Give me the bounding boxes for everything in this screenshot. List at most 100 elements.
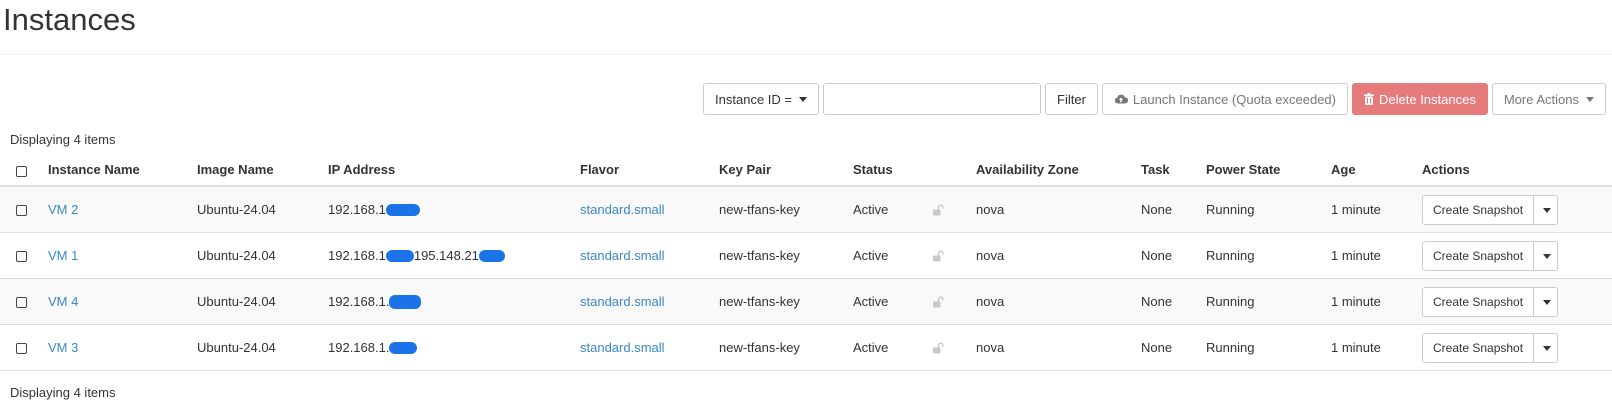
status: Active [853,248,889,263]
image-name: Ubuntu-24.04 [197,248,276,263]
flavor-link[interactable]: standard.small [580,340,665,355]
ip-address-text: 192.168.1 [328,202,386,217]
instance-name-link[interactable]: VM 4 [48,294,78,309]
row-actions: Create Snapshot [1422,241,1559,271]
age: 1 minute [1331,248,1381,263]
unlock-icon [933,250,944,262]
delete-instances-label: Delete Instances [1379,91,1476,107]
row-actions-dropdown[interactable] [1534,333,1559,363]
col-availability-zone[interactable]: Availability Zone [976,151,1079,187]
flavor-link[interactable]: standard.small [580,294,665,309]
instance-name-link[interactable]: VM 1 [48,248,78,263]
status: Active [853,202,889,217]
col-age[interactable]: Age [1331,151,1356,187]
filter-button-label: Filter [1057,91,1086,107]
caret-down-icon [1542,299,1551,305]
col-ip-address[interactable]: IP Address [328,151,395,187]
task: None [1141,340,1173,355]
col-instance-name[interactable]: Instance Name [48,151,140,187]
task: None [1141,202,1173,217]
col-status[interactable]: Status [853,151,893,187]
caret-down-icon [1542,207,1551,213]
power-state: Running [1206,294,1255,309]
col-image-name[interactable]: Image Name [197,151,274,187]
create-snapshot-button[interactable]: Create Snapshot [1422,195,1535,225]
caret-down-icon [799,96,808,102]
row-checkbox[interactable] [16,251,27,262]
flavor-link[interactable]: standard.small [580,248,665,263]
availability-zone: nova [976,248,1005,263]
power-state: Running [1206,248,1255,263]
create-snapshot-label: Create Snapshot [1433,203,1524,217]
task: None [1141,248,1173,263]
select-all-checkbox[interactable] [16,166,27,177]
age: 1 minute [1331,340,1381,355]
launch-instance-button[interactable]: Launch Instance (Quota exceeded) [1101,83,1348,115]
caret-down-icon [1542,253,1551,259]
create-snapshot-label: Create Snapshot [1433,341,1524,355]
availability-zone: nova [976,202,1005,217]
create-snapshot-button[interactable]: Create Snapshot [1422,333,1535,363]
col-power-state[interactable]: Power State [1206,151,1280,187]
filter-field-dropdown[interactable]: Instance ID = [703,83,820,115]
flavor-link[interactable]: standard.small [580,202,665,217]
ip-address-text: 192.168.1. [328,294,390,309]
table-row: VM 2 Ubuntu-24.04 192.168.1 standard.sma… [0,187,1612,233]
col-flavor[interactable]: Flavor [580,151,619,187]
table-row: VM 1 Ubuntu-24.04 192.168.1 195.148.21 st… [0,233,1612,279]
redaction-mark [389,341,418,354]
caret-down-icon [1586,96,1594,102]
row-actions: Create Snapshot [1422,333,1559,363]
create-snapshot-label: Create Snapshot [1433,249,1524,263]
instances-page: Instances Instance ID = Filter Launch In… [0,0,1612,420]
key-pair: new-tfans-key [719,340,800,355]
unlock-icon [933,204,944,216]
caret-down-icon [1542,345,1551,351]
create-snapshot-button[interactable]: Create Snapshot [1422,287,1535,317]
ip-address-text: 192.168.1. [328,340,390,355]
task: None [1141,294,1173,309]
status: Active [853,294,889,309]
create-snapshot-button[interactable]: Create Snapshot [1422,241,1535,271]
key-pair: new-tfans-key [719,202,800,217]
create-snapshot-label: Create Snapshot [1433,295,1524,309]
ip-address-text: 192.168.1 [328,248,386,263]
filter-input[interactable] [823,83,1042,115]
cloud-upload-icon [1114,94,1128,104]
row-actions-dropdown[interactable] [1534,195,1559,225]
page-title: Instances [3,2,136,37]
key-pair: new-tfans-key [719,294,800,309]
more-actions-button[interactable]: More Actions [1491,83,1606,115]
instances-table: Instance Name Image Name IP Address Flav… [0,151,1612,371]
title-divider [0,54,1612,55]
delete-instances-button[interactable]: Delete Instances [1352,83,1488,115]
image-name: Ubuntu-24.04 [197,340,276,355]
availability-zone: nova [976,340,1005,355]
filter-button[interactable]: Filter [1045,83,1098,115]
ip-address: 192.168.1. [328,325,418,371]
row-actions-dropdown[interactable] [1534,287,1559,317]
row-actions-dropdown[interactable] [1534,241,1559,271]
redaction-mark [478,249,505,262]
col-actions: Actions [1422,162,1470,177]
age: 1 minute [1331,202,1381,217]
col-task[interactable]: Task [1141,151,1170,187]
redaction-mark [385,203,420,216]
unlock-icon [933,296,944,308]
row-checkbox[interactable] [16,205,27,216]
item-count-top: Displaying 4 items [10,132,116,147]
instance-name-link[interactable]: VM 2 [48,202,78,217]
row-actions: Create Snapshot [1422,195,1559,225]
instance-name-link[interactable]: VM 3 [48,340,78,355]
status: Active [853,340,889,355]
row-checkbox[interactable] [16,297,27,308]
power-state: Running [1206,340,1255,355]
col-key-pair[interactable]: Key Pair [719,151,771,187]
redaction-mark [389,294,422,309]
unlock-icon [933,342,944,354]
filter-field-label: Instance ID = [715,91,793,107]
table-row: VM 3 Ubuntu-24.04 192.168.1. standard.sm… [0,325,1612,371]
row-checkbox[interactable] [16,343,27,354]
ip-address: 192.168.1 [328,187,420,233]
ip-address: 192.168.1 195.148.21 [328,233,505,279]
